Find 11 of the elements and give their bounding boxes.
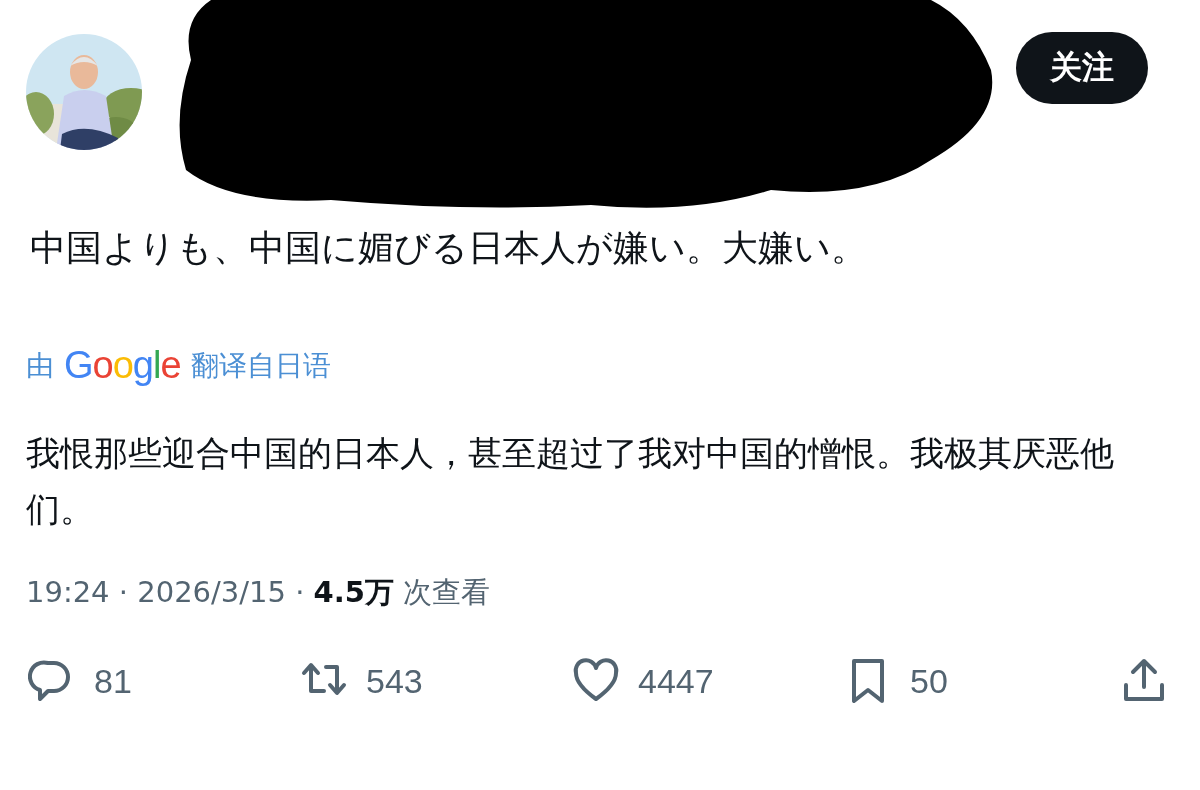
translated-by-label: 由 <box>26 347 54 384</box>
follow-button[interactable]: 关注 <box>1016 32 1148 104</box>
action-count: 81 <box>94 661 132 701</box>
action-count: 4447 <box>638 661 714 701</box>
post-text: 中国よりも、中国に媚びる日本人が嫌い。大嫌い。 <box>30 226 868 270</box>
translated-from-label: 翻译自日语 <box>190 347 331 384</box>
post-meta: 19:24 · 2026/3/15 · 4.5万 次查看 <box>26 574 492 611</box>
action-count: 50 <box>910 661 948 701</box>
translated-text: 我恨那些迎合中国的日本人，甚至超过了我对中国的憎恨。我极其厌恶他们。 <box>26 432 1115 531</box>
google-logo[interactable]: Google <box>64 344 181 387</box>
action-count: 543 <box>366 661 423 701</box>
